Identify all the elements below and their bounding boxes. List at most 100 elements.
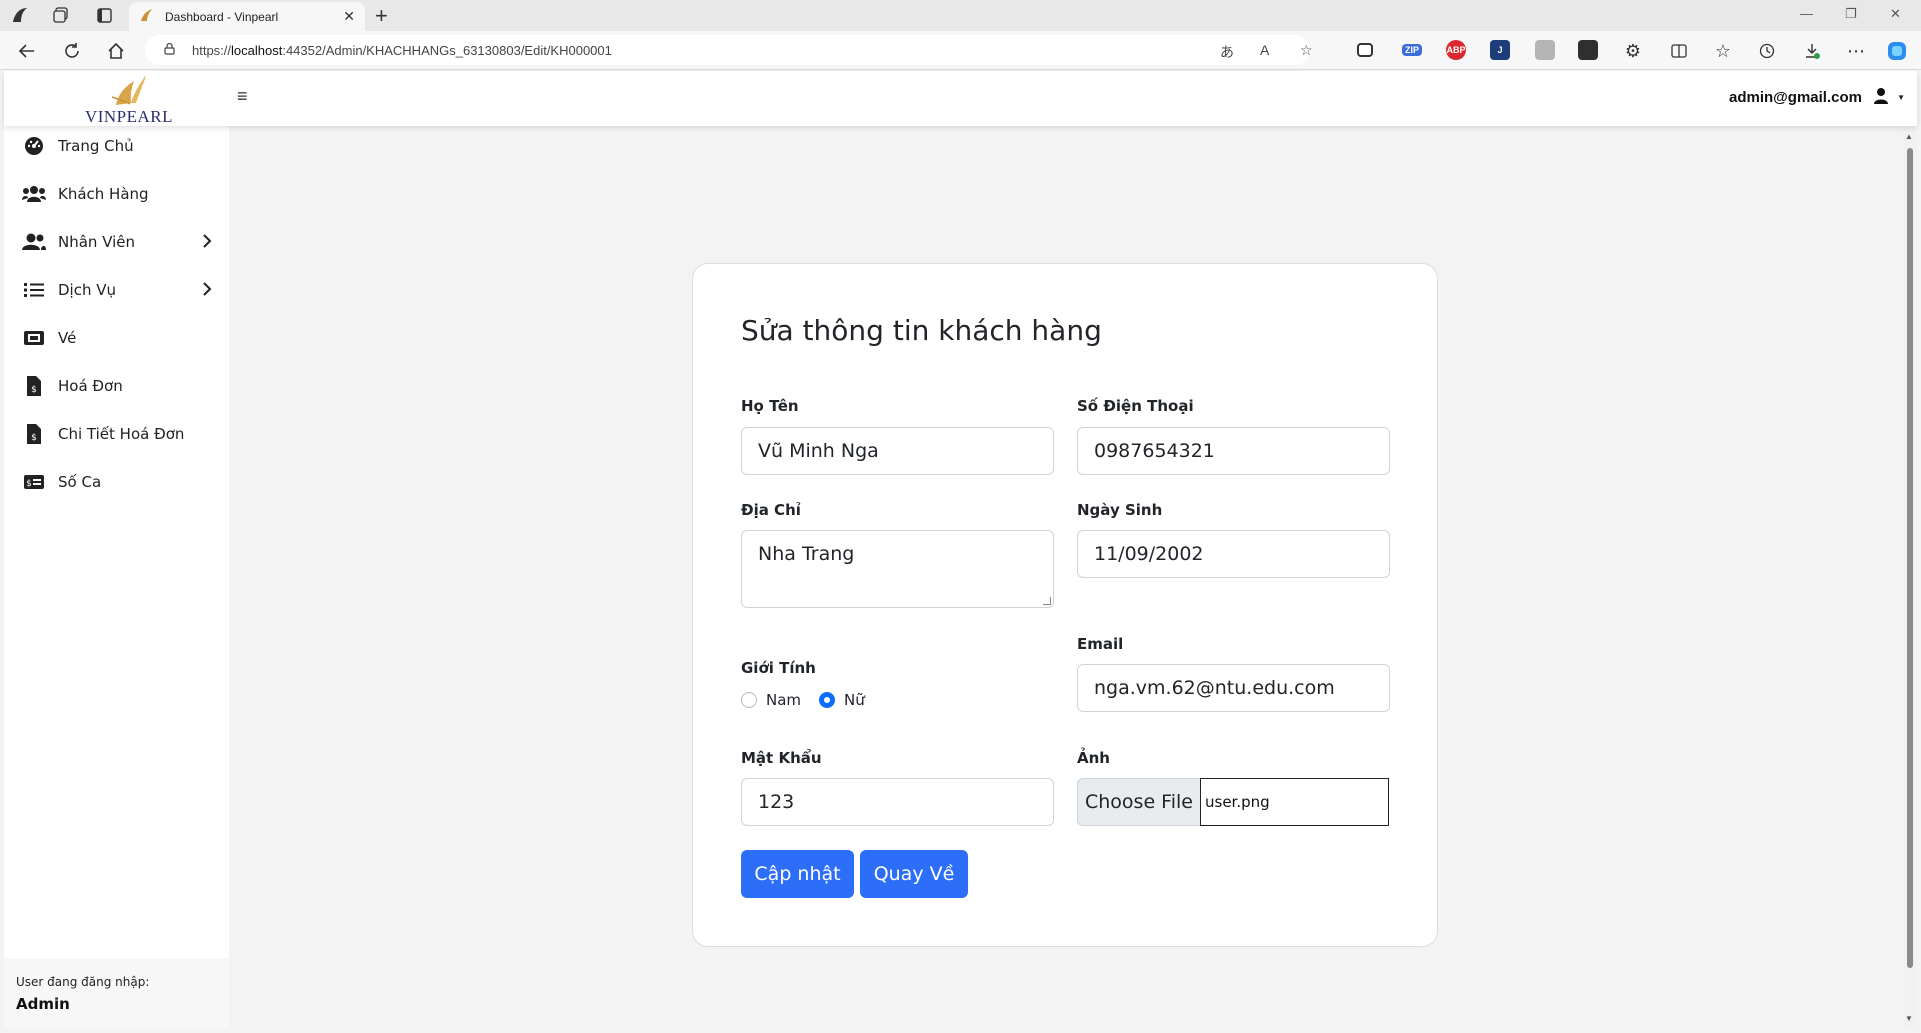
gender-option-nam[interactable]: Nam bbox=[741, 691, 801, 709]
j-extension-icon[interactable]: J bbox=[1490, 40, 1510, 60]
sidebar-item-ve[interactable]: Vé bbox=[4, 318, 229, 358]
gender-option-nu[interactable]: Nữ bbox=[819, 691, 865, 709]
dob-label: Ngày Sinh bbox=[1077, 501, 1163, 519]
chevron-down-icon[interactable]: ▼ bbox=[1897, 93, 1905, 102]
user-group-icon bbox=[22, 231, 46, 253]
sidebar-item-label: Khách Hàng bbox=[58, 185, 149, 203]
edit-customer-card: Sửa thông tin khách hàng Họ Tên Vũ Minh … bbox=[692, 263, 1438, 947]
vinpearl-favicon-icon bbox=[139, 8, 157, 25]
dob-input[interactable]: 11/09/2002 bbox=[1077, 530, 1390, 578]
sidebar-item-label: Dịch Vụ bbox=[58, 281, 117, 299]
zip-extension-icon[interactable]: ZIP bbox=[1402, 44, 1422, 56]
invoice-icon: $ bbox=[22, 375, 46, 397]
sidebar: Trang Chủ Khách Hàng Nhân Viên Dịch Vụ V… bbox=[4, 126, 229, 1028]
sidebar-item-chi-tiet-hoa-don[interactable]: $ Chi Tiết Hoá Đơn bbox=[4, 414, 229, 454]
phone-label: Số Điện Thoại bbox=[1077, 397, 1194, 415]
email-input[interactable]: nga.vm.62@ntu.edu.com bbox=[1077, 664, 1390, 712]
sidebar-item-label: Vé bbox=[58, 329, 77, 347]
browser-toolbar: https://localhost:44352/Admin/KHACHHANGs… bbox=[0, 31, 1921, 70]
phone-input[interactable]: 0987654321 bbox=[1077, 427, 1390, 475]
active-tab[interactable]: Dashboard - Vinpearl ✕ bbox=[129, 2, 365, 31]
user-icon[interactable] bbox=[1873, 87, 1889, 105]
svg-text:$: $ bbox=[31, 385, 37, 395]
site-info-icon[interactable] bbox=[163, 42, 176, 58]
scroll-down-icon[interactable]: ▼ bbox=[1905, 1014, 1913, 1023]
screen-cast-icon[interactable] bbox=[1357, 43, 1373, 57]
new-tab-icon[interactable]: + bbox=[375, 3, 388, 29]
copilot-icon[interactable] bbox=[1886, 40, 1908, 62]
window-close-icon[interactable]: ✕ bbox=[1890, 6, 1901, 22]
sidebar-item-trang-chu[interactable]: Trang Chủ bbox=[4, 126, 229, 166]
update-button[interactable]: Cập nhật bbox=[741, 850, 854, 898]
radio-nam[interactable] bbox=[741, 692, 757, 708]
email-label: Email bbox=[1077, 635, 1124, 653]
list-icon bbox=[22, 279, 46, 301]
gender-label: Giới Tính bbox=[741, 659, 816, 677]
close-tab-icon[interactable]: ✕ bbox=[343, 8, 355, 25]
back-button[interactable]: Quay Về bbox=[860, 850, 968, 898]
scroll-up-icon[interactable]: ▲ bbox=[1905, 132, 1913, 141]
sidebar-item-nhan-vien[interactable]: Nhân Viên bbox=[4, 222, 229, 262]
photo-file-input[interactable]: Choose File user.png bbox=[1077, 778, 1389, 826]
tab-actions-icon[interactable] bbox=[94, 5, 114, 25]
radio-nu[interactable] bbox=[819, 692, 835, 708]
downloads-icon[interactable] bbox=[1801, 40, 1823, 62]
scrollbar-thumb[interactable] bbox=[1907, 148, 1913, 968]
address-value: Nha Trang bbox=[758, 543, 855, 565]
adblock-plus-icon[interactable]: ABP bbox=[1446, 40, 1466, 60]
address-label: Địa Chỉ bbox=[741, 501, 801, 519]
radio-label-nam: Nam bbox=[766, 691, 802, 709]
sidebar-item-dich-vu[interactable]: Dịch Vụ bbox=[4, 270, 229, 310]
sidebar-item-khach-hang[interactable]: Khách Hàng bbox=[4, 174, 229, 214]
svg-text:$: $ bbox=[31, 433, 37, 443]
choose-file-button[interactable]: Choose File bbox=[1077, 778, 1200, 826]
browser-profile-icon[interactable] bbox=[10, 5, 30, 25]
name-input[interactable]: Vũ Minh Nga bbox=[741, 427, 1054, 475]
restore-icon[interactable]: ❐ bbox=[1845, 6, 1857, 22]
image-extension-icon[interactable] bbox=[1535, 40, 1555, 60]
translate-icon[interactable]: あ bbox=[1220, 42, 1234, 62]
vinpearl-logo[interactable]: VINPEARL bbox=[74, 71, 184, 126]
collections-icon[interactable] bbox=[51, 5, 71, 25]
brand-name: VINPEARL bbox=[84, 107, 174, 126]
address-bar[interactable]: https://localhost:44352/Admin/KHACHHANGs… bbox=[145, 35, 1313, 65]
resize-handle-icon[interactable] bbox=[1043, 597, 1051, 605]
tab-title: Dashboard - Vinpearl bbox=[165, 9, 279, 24]
svg-text:$: $ bbox=[26, 479, 32, 489]
sidebar-item-label: Số Ca bbox=[58, 473, 102, 491]
split-screen-icon[interactable] bbox=[1668, 40, 1690, 62]
sidebar-item-so-ca[interactable]: $ Số Ca bbox=[4, 462, 229, 502]
read-aloud-icon[interactable]: A bbox=[1260, 42, 1269, 58]
logged-in-user: Admin bbox=[16, 995, 70, 1013]
sidebar-item-hoa-don[interactable]: $ Hoá Đơn bbox=[4, 366, 229, 406]
password-input[interactable]: 123 bbox=[741, 778, 1054, 826]
more-menu-icon[interactable]: ⋯ bbox=[1845, 40, 1867, 62]
favorite-star-icon[interactable]: ☆ bbox=[1300, 42, 1313, 59]
money-card-icon: $ bbox=[22, 471, 46, 493]
minimize-icon[interactable]: — bbox=[1800, 6, 1813, 21]
user-email[interactable]: admin@gmail.com bbox=[1729, 89, 1862, 106]
radio-label-nu: Nữ bbox=[844, 691, 865, 709]
address-textarea[interactable]: Nha Trang bbox=[741, 530, 1054, 608]
chevron-right-icon[interactable] bbox=[202, 281, 212, 299]
logged-in-label: User đang đăng nhập: bbox=[16, 975, 150, 989]
sidebar-toggle-icon[interactable]: ≡ bbox=[237, 86, 248, 107]
history-icon[interactable] bbox=[1756, 40, 1778, 62]
users-icon bbox=[22, 183, 46, 205]
chevron-right-icon[interactable] bbox=[202, 233, 212, 251]
page-title: Sửa thông tin khách hàng bbox=[741, 314, 1102, 347]
name-label: Họ Tên bbox=[741, 397, 799, 415]
vertical-scrollbar[interactable]: ▲ ▼ bbox=[1903, 128, 1917, 1028]
invoice-detail-icon: $ bbox=[22, 423, 46, 445]
url-text: https://localhost:44352/Admin/KHACHHANGs… bbox=[192, 42, 612, 58]
refresh-icon[interactable] bbox=[61, 40, 83, 62]
file-name-field[interactable]: user.png bbox=[1200, 778, 1389, 826]
extensions-puzzle-icon[interactable]: ⚙ bbox=[1622, 40, 1644, 62]
sidebar-item-label: Hoá Đơn bbox=[58, 377, 123, 395]
sidebar-item-label: Trang Chủ bbox=[58, 137, 134, 155]
home-icon[interactable] bbox=[105, 40, 127, 62]
terminal-extension-icon[interactable] bbox=[1578, 40, 1598, 60]
sidebar-footer: User đang đăng nhập: Admin bbox=[4, 958, 229, 1028]
back-arrow-icon[interactable] bbox=[16, 40, 38, 62]
favorites-icon[interactable]: ☆ bbox=[1712, 40, 1734, 62]
